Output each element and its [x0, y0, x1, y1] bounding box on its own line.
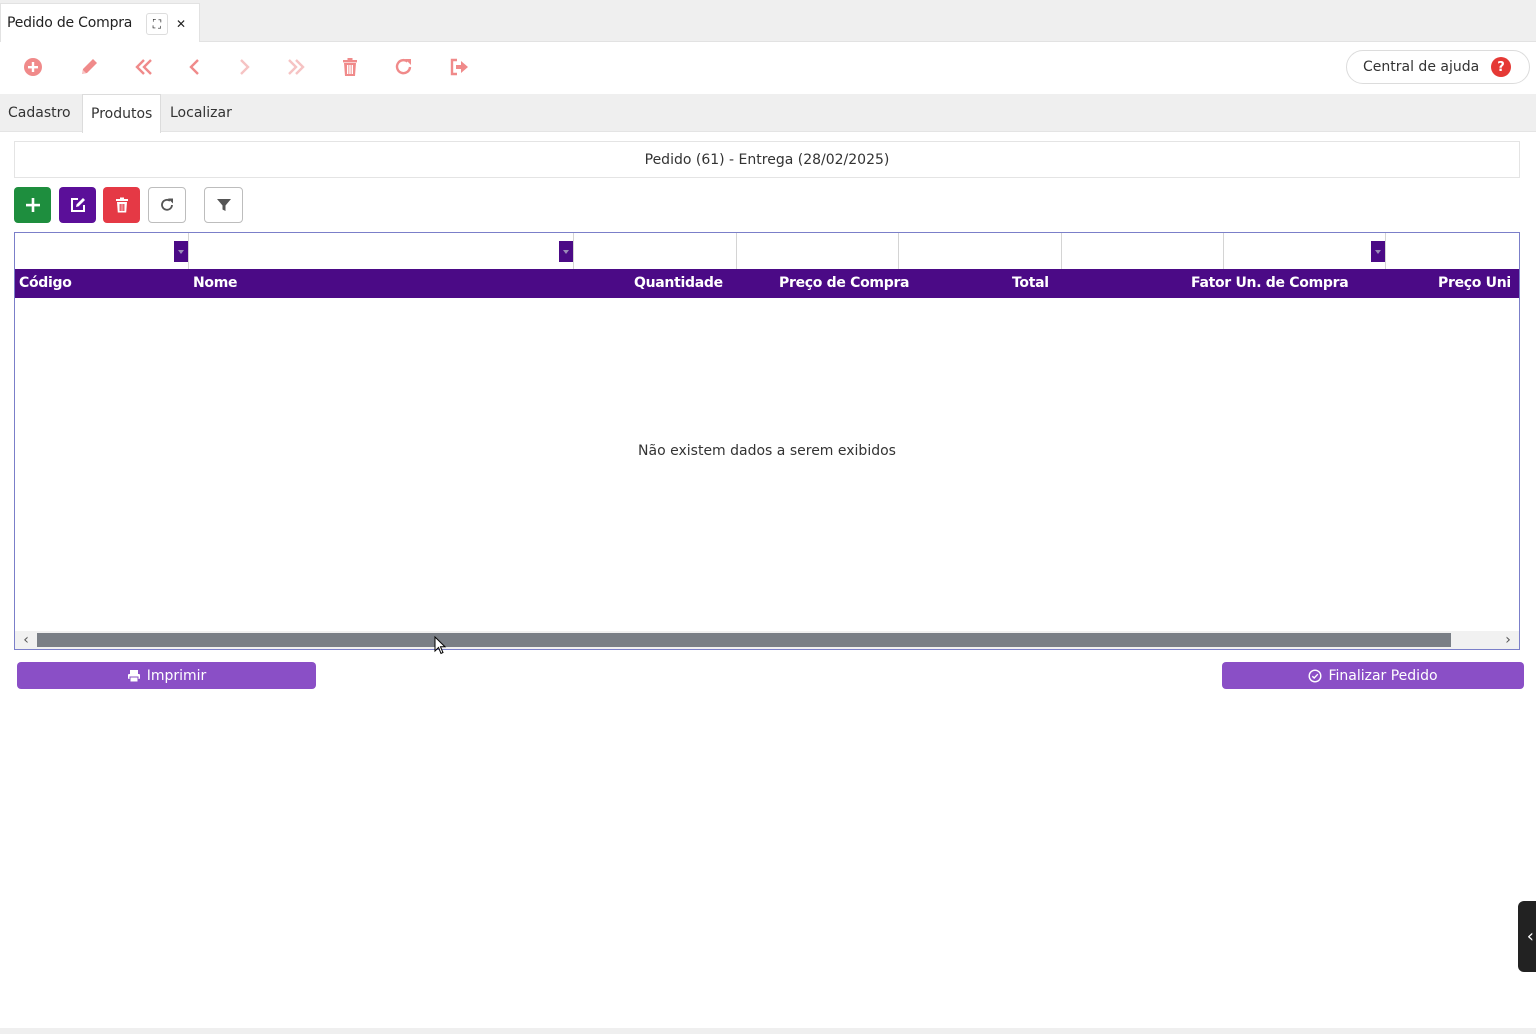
print-button-label: Imprimir — [146, 667, 207, 684]
refresh-icon — [161, 198, 173, 211]
filter-cell-fator-2[interactable] — [1224, 233, 1386, 269]
column-header-nome[interactable]: Nome — [193, 269, 238, 298]
column-header-fator-un-compra[interactable]: Fator Un. de Compra — [1191, 269, 1349, 298]
help-center-button[interactable]: Central de ajuda ? — [1346, 50, 1530, 84]
exit-icon[interactable] — [446, 54, 472, 80]
pencil-icon[interactable] — [76, 54, 102, 80]
add-product-button[interactable] — [14, 187, 51, 223]
refresh-icon[interactable] — [391, 54, 417, 80]
scroll-left-icon[interactable]: ‹ — [17, 631, 35, 649]
bottom-strip — [0, 1028, 1536, 1034]
printer-icon — [127, 669, 140, 682]
finish-order-label: Finalizar Pedido — [1328, 667, 1438, 684]
refresh-grid-button[interactable] — [148, 187, 186, 223]
maximize-icon[interactable]: ⛶ — [146, 13, 168, 35]
filter-cell-preco-compra[interactable] — [737, 233, 899, 269]
tab-localizar[interactable]: Localizar — [162, 94, 240, 132]
column-header-preco-de-compra[interactable]: Preço de Compra — [779, 269, 910, 298]
order-info-bar: Pedido (61) - Entrega (28/02/2025) — [14, 141, 1520, 178]
close-tab-icon[interactable]: ✕ — [170, 13, 192, 35]
next-record-icon[interactable] — [231, 54, 257, 80]
check-circle-icon — [1308, 668, 1322, 683]
products-grid: Código Nome Quantidade Preço de Compra T… — [14, 232, 1520, 650]
delete-product-button[interactable] — [103, 187, 140, 223]
order-info-text: Pedido (61) - Entrega (28/02/2025) — [644, 151, 890, 168]
window-tab-title: Pedido de Compra — [7, 15, 133, 31]
record-toolbar — [0, 42, 1536, 94]
column-header-quantidade[interactable]: Quantidade — [634, 269, 723, 298]
finish-order-button[interactable]: Finalizar Pedido — [1222, 662, 1524, 689]
last-record-icon[interactable] — [283, 54, 309, 80]
question-icon: ? — [1491, 57, 1511, 77]
previous-record-icon[interactable] — [182, 54, 208, 80]
chevron-left-icon: ‹ — [1526, 926, 1534, 947]
plus-icon — [25, 198, 40, 212]
tab-cadastro[interactable]: Cadastro — [0, 94, 79, 132]
filter-dropdown-nome-icon[interactable] — [559, 241, 573, 262]
column-header-total[interactable]: Total — [1012, 269, 1049, 298]
filter-cell-codigo[interactable] — [15, 233, 189, 269]
trash-icon[interactable] — [337, 54, 363, 80]
print-button[interactable]: Imprimir — [17, 662, 316, 689]
filter-cell-fator[interactable] — [1062, 233, 1224, 269]
filter-cell-total[interactable] — [899, 233, 1062, 269]
add-circle-icon[interactable] — [20, 54, 46, 80]
edit-product-button[interactable] — [59, 187, 96, 223]
column-header-preco-uni[interactable]: Preço Uni — [1438, 269, 1511, 298]
window-tab-bar: Pedido de Compra ⛶ ✕ — [0, 0, 1536, 42]
filter-cell-quantidade[interactable] — [574, 233, 737, 269]
window-tab-pedido-de-compra[interactable]: Pedido de Compra ⛶ ✕ — [0, 3, 200, 42]
filter-cell-nome[interactable] — [189, 233, 574, 269]
mouse-cursor-icon — [434, 636, 447, 655]
grid-horizontal-scrollbar[interactable]: ‹ › — [15, 631, 1519, 649]
grid-empty-message: Não existem dados a serem exibidos — [638, 443, 896, 459]
filter-dropdown-codigo-icon[interactable] — [174, 241, 188, 262]
help-center-label: Central de ajuda — [1363, 59, 1480, 75]
tab-produtos[interactable]: Produtos — [82, 94, 162, 133]
trash-icon — [115, 197, 128, 213]
subtab-bar: Cadastro Produtos Localizar — [0, 94, 1536, 133]
grid-header-row: Código Nome Quantidade Preço de Compra T… — [15, 269, 1519, 298]
scrollbar-thumb[interactable] — [37, 633, 1451, 647]
filter-icon — [216, 199, 231, 211]
first-record-icon[interactable] — [131, 54, 157, 80]
scroll-right-icon[interactable]: › — [1499, 631, 1517, 649]
grid-filter-row — [15, 233, 1519, 269]
column-header-codigo[interactable]: Código — [19, 269, 72, 298]
filter-cell-preco-uni[interactable] — [1386, 233, 1519, 269]
side-panel-toggle[interactable]: ‹ — [1518, 901, 1536, 972]
filter-button[interactable] — [204, 187, 243, 223]
edit-icon — [70, 198, 85, 212]
